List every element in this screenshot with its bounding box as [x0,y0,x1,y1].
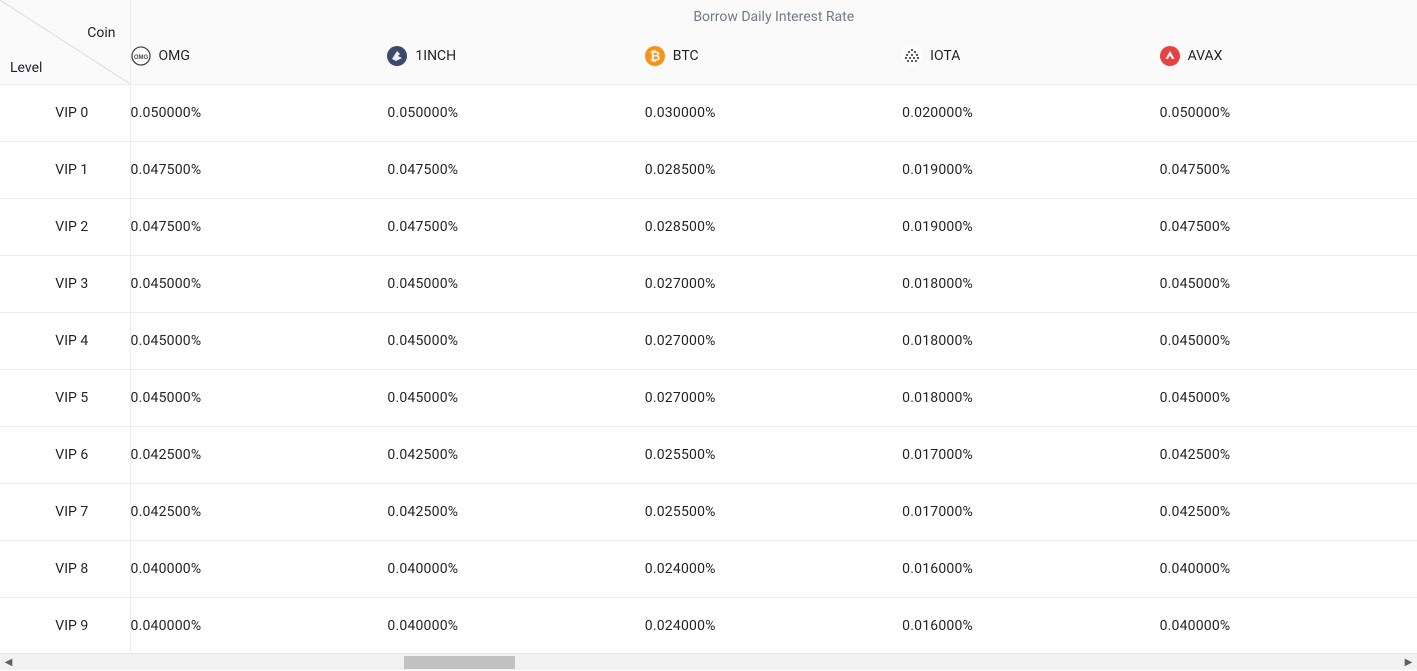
rate-cell: 0.027000% [645,369,902,426]
rate-cell: 0.025500% [645,426,902,483]
level-cell: VIP 4 [0,312,130,369]
rate-cell: 0.045000% [1160,312,1417,369]
rate-cell: 0.018000% [902,312,1159,369]
avax-icon [1160,46,1180,66]
group-header: Borrow Daily Interest Rate [130,0,1417,28]
rate-cell: 0.027000% [645,312,902,369]
rate-cell: 0.050000% [130,84,387,141]
table-row: VIP 00.050000%0.050000%0.030000%0.020000… [0,84,1417,141]
rate-cell: 0.028500% [645,198,902,255]
btc-icon: ₿ [645,46,665,66]
rate-cell: 0.040000% [130,540,387,597]
level-cell: VIP 8 [0,540,130,597]
rate-cell: 0.045000% [130,369,387,426]
scroll-thumb[interactable] [404,656,515,669]
rate-cell: 0.042500% [387,483,644,540]
rate-cell: 0.042500% [1160,426,1417,483]
coin-symbol: OMG [159,48,190,64]
level-cell: VIP 6 [0,426,130,483]
coin-symbol: 1INCH [415,48,456,64]
rate-cell: 0.045000% [130,255,387,312]
coin-symbol: AVAX [1188,48,1223,64]
rate-cell: 0.016000% [902,540,1159,597]
rate-cell: 0.050000% [387,84,644,141]
table-row: VIP 40.045000%0.045000%0.027000%0.018000… [0,312,1417,369]
level-cell: VIP 3 [0,255,130,312]
scroll-right-button[interactable]: ▶ [1400,654,1417,671]
rate-cell: 0.040000% [130,597,387,653]
corner-level-label: Level [10,60,42,76]
rate-cell: 0.018000% [902,255,1159,312]
svg-text:OMG: OMG [133,55,148,61]
level-cell: VIP 7 [0,483,130,540]
rate-cell: 0.045000% [387,255,644,312]
rate-cell: 0.050000% [1160,84,1417,141]
level-cell: VIP 9 [0,597,130,653]
rate-cell: 0.045000% [130,312,387,369]
horizontal-scrollbar[interactable]: ◀ ▶ [0,653,1417,670]
level-cell: VIP 5 [0,369,130,426]
coin-header-btc[interactable]: ₿ BTC [645,28,902,84]
corner-cell: Coin Level [0,0,130,84]
coin-header-avax[interactable]: AVAX [1160,28,1417,84]
omg-icon: OMG [131,46,151,66]
coin-header-omg[interactable]: OMG OMG [130,28,387,84]
scroll-track[interactable] [17,654,1400,670]
rate-cell: 0.028500% [645,141,902,198]
coin-symbol: BTC [673,48,699,64]
level-cell: VIP 0 [0,84,130,141]
rate-cell: 0.025500% [645,483,902,540]
rate-cell: 0.042500% [387,426,644,483]
rate-cell: 0.045000% [387,369,644,426]
rate-table-container: Coin Level Borrow Daily Interest Rate OM… [0,0,1417,653]
rate-cell: 0.017000% [902,426,1159,483]
coin-symbol: IOTA [930,48,960,64]
rate-cell: 0.047500% [1160,198,1417,255]
rate-cell: 0.047500% [387,198,644,255]
corner-coin-label: Coin [87,25,115,41]
coin-header-1inch[interactable]: 1INCH [387,28,644,84]
rate-cell: 0.024000% [645,540,902,597]
rate-cell: 0.040000% [387,540,644,597]
rate-cell: 0.047500% [130,141,387,198]
rate-cell: 0.042500% [130,426,387,483]
rate-cell: 0.019000% [902,198,1159,255]
rate-cell: 0.045000% [1160,369,1417,426]
rate-cell: 0.047500% [387,141,644,198]
rate-cell: 0.027000% [645,255,902,312]
rate-cell: 0.045000% [387,312,644,369]
level-cell: VIP 1 [0,141,130,198]
iota-icon [902,46,922,66]
rate-cell: 0.019000% [902,141,1159,198]
rate-cell: 0.016000% [902,597,1159,653]
coin-header-iota[interactable]: IOTA [902,28,1159,84]
1inch-icon [387,46,407,66]
rate-cell: 0.042500% [1160,483,1417,540]
table-row: VIP 70.042500%0.042500%0.025500%0.017000… [0,483,1417,540]
table-row: VIP 10.047500%0.047500%0.028500%0.019000… [0,141,1417,198]
rate-table: Coin Level Borrow Daily Interest Rate OM… [0,0,1417,653]
rate-cell: 0.020000% [902,84,1159,141]
rate-cell: 0.047500% [130,198,387,255]
rate-cell: 0.017000% [902,483,1159,540]
table-row: VIP 50.045000%0.045000%0.027000%0.018000… [0,369,1417,426]
table-row: VIP 90.040000%0.040000%0.024000%0.016000… [0,597,1417,653]
table-row: VIP 60.042500%0.042500%0.025500%0.017000… [0,426,1417,483]
rate-cell: 0.024000% [645,597,902,653]
rate-cell: 0.040000% [387,597,644,653]
rate-cell: 0.030000% [645,84,902,141]
rate-cell: 0.018000% [902,369,1159,426]
table-row: VIP 30.045000%0.045000%0.027000%0.018000… [0,255,1417,312]
svg-text:₿: ₿ [649,48,660,63]
table-row: VIP 80.040000%0.040000%0.024000%0.016000… [0,540,1417,597]
rate-cell: 0.045000% [1160,255,1417,312]
scroll-left-button[interactable]: ◀ [0,654,17,671]
table-row: VIP 20.047500%0.047500%0.028500%0.019000… [0,198,1417,255]
rate-cell: 0.042500% [130,483,387,540]
level-cell: VIP 2 [0,198,130,255]
rate-cell: 0.047500% [1160,141,1417,198]
rate-cell: 0.040000% [1160,540,1417,597]
rate-cell: 0.040000% [1160,597,1417,653]
